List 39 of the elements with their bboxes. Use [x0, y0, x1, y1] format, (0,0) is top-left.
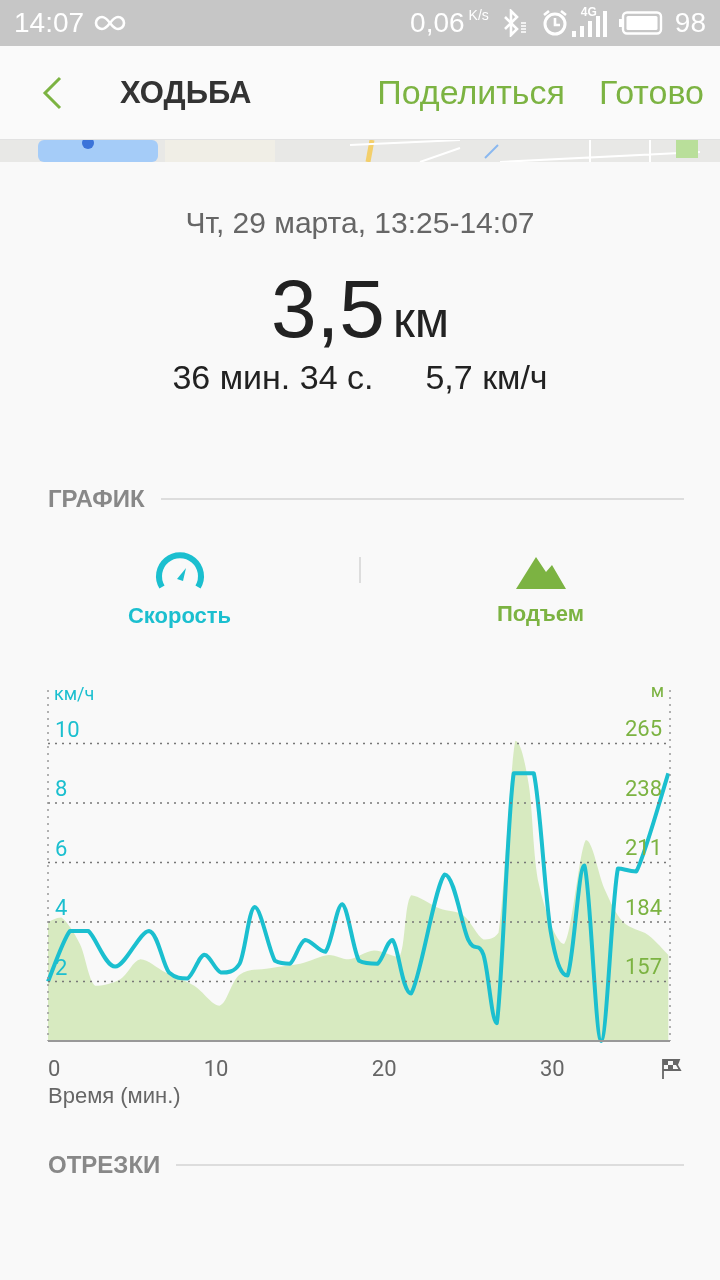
chart-toggle[interactable]: Скорость [0, 543, 359, 637]
y-tick-label: 4 [55, 895, 68, 920]
back-icon [42, 75, 62, 110]
y-axis-unit: м [650, 680, 664, 701]
header-action-button[interactable]: Готово [599, 73, 704, 112]
chart-toggle[interactable]: Подъем [361, 545, 720, 635]
x-axis-label: Время (мин.) [47, 1083, 182, 1109]
section-title: ГРАФИК [48, 485, 145, 513]
status-time: 14:07 [14, 7, 85, 39]
screen-title: ХОДЬБА [120, 74, 253, 111]
x-tick-label: 0 [48, 1056, 61, 1081]
y-tick-label: 10 [55, 716, 80, 742]
y-tick-label: 6 [55, 835, 68, 861]
speedometer-icon [153, 551, 206, 591]
x-tick-label: 30 [539, 1056, 565, 1081]
distance-unit: км [392, 291, 450, 349]
network-speed: 0,06$^{K/s}$ [410, 7, 489, 39]
battery-icon [618, 11, 663, 35]
network-type: 4G [580, 5, 597, 19]
section-title: ОТРЕЗКИ [48, 1151, 161, 1179]
y-tick-label: 265 [624, 716, 662, 741]
finish-flag-icon [662, 1059, 682, 1080]
infinity-icon [94, 13, 127, 33]
y-tick-label: 8 [55, 776, 68, 802]
header-action-button[interactable]: Поделиться [377, 73, 565, 112]
battery-level: 98 [674, 7, 706, 39]
y-tick-label: 2 [55, 954, 68, 980]
workout-date: Чт, 29 марта, 13:25-14:07 [185, 206, 535, 240]
x-tick-label: 10 [203, 1056, 229, 1081]
average-speed: 5,7 км/ч [425, 358, 548, 397]
distance-value: 3,5 [270, 262, 385, 356]
x-tick-label: 20 [371, 1056, 397, 1081]
back-button[interactable] [42, 75, 62, 110]
y-tick-label: 238 [624, 775, 662, 801]
y-axis-unit: км/ч [54, 683, 95, 704]
signal-icon [570, 9, 607, 37]
duration-value: 36 мин. 34 с. [172, 358, 374, 397]
y-tick-label: 184 [624, 894, 662, 920]
y-tick-label: 157 [624, 954, 662, 980]
